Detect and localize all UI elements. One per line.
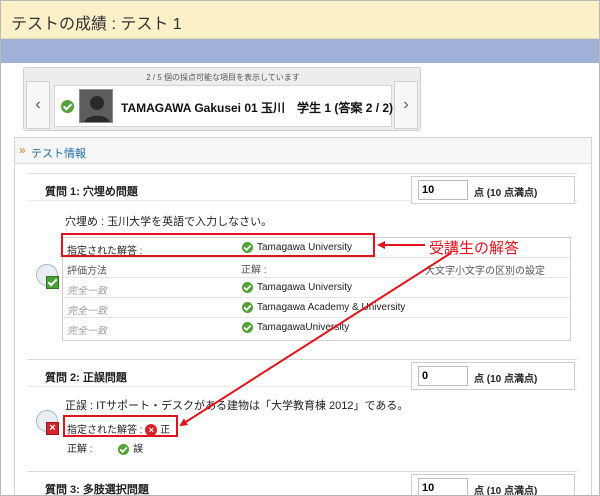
screenshot-frame: テストの成績 : テスト 1 2 / 5 個の採点可能な項目を表示しています ‹… [0,0,600,496]
student-answer-annotation: 受講生の解答 [429,240,520,257]
arrow-to-answer-2 [179,252,452,427]
